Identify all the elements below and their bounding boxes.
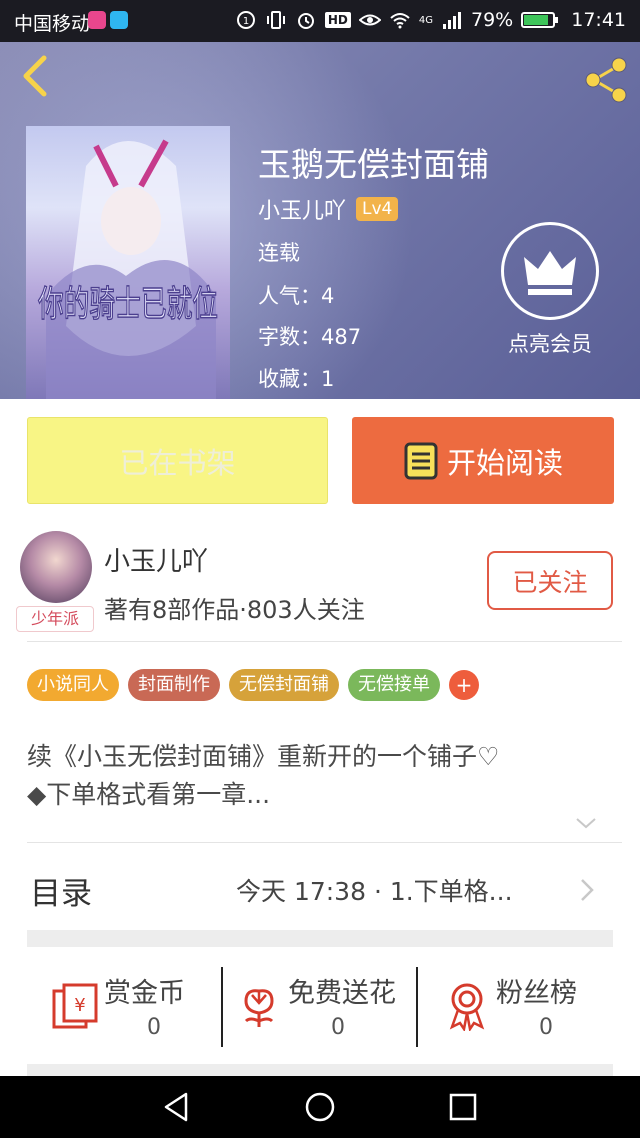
nav-home-icon[interactable] (303, 1090, 337, 1124)
vibrate-icon (266, 11, 285, 29)
start-reading-button[interactable]: 开始阅读 (352, 417, 614, 504)
nav-recent-icon[interactable] (446, 1090, 480, 1124)
crown-icon (501, 222, 599, 320)
reward-label: 赏金币 (104, 978, 185, 1009)
svg-text:1: 1 (243, 16, 249, 27)
signal-icon (443, 12, 461, 29)
description-line: 续《小玉无偿封面铺》重新开的一个铺子♡ (27, 742, 500, 771)
wifi-icon (390, 13, 410, 29)
tag-chip[interactable]: 封面制作 (128, 669, 220, 701)
toc-title[interactable]: 目录 (30, 868, 92, 913)
carrier-name: 中国移动 (14, 13, 91, 35)
latest-chapter[interactable]: 今天 17:38 · 1.下单格... (236, 872, 513, 908)
reward-label: 免费送花 (288, 978, 396, 1009)
avatar-badge: 少年派 (16, 606, 94, 632)
author-line: 小玉儿吖 Lv4 (258, 193, 399, 225)
author-name[interactable]: 小玉儿吖 (258, 193, 346, 225)
vip-label: 点亮会员 (508, 332, 592, 356)
favorites-count: 收藏：1 (258, 367, 335, 391)
section-separator (27, 930, 613, 947)
app-notification-icon (88, 11, 106, 29)
coin-envelope-icon: ¥ (52, 983, 98, 1029)
description-line: ◆下单格式看第一章... (27, 780, 271, 809)
word-count: 字数：487 (258, 325, 362, 349)
sync-icon: 1 (236, 11, 255, 29)
back-icon[interactable] (14, 54, 58, 98)
popularity: 人气：4 (258, 284, 335, 308)
alarm-icon (297, 13, 314, 29)
followed-button[interactable]: 已关注 (487, 551, 613, 610)
medal-icon (449, 983, 485, 1031)
reward-label: 粉丝榜 (496, 978, 577, 1009)
divider (416, 967, 418, 1047)
tag-list: 小说同人 封面制作 无偿封面铺 无偿接单 + (27, 669, 479, 701)
flower-icon (244, 989, 274, 1027)
svg-text:¥: ¥ (74, 995, 85, 1016)
hd-icon: HD (324, 12, 351, 28)
add-tag-button[interactable]: + (449, 670, 479, 700)
divider (27, 641, 622, 642)
book-icon (404, 442, 438, 479)
video-app-notification-icon (110, 11, 128, 29)
status-bar: 中国移动 1 HD 4G 79% 17:41 (0, 0, 640, 42)
share-icon[interactable] (580, 54, 632, 106)
reward-count: 0 (331, 1015, 345, 1040)
battery-percent: 79% (471, 9, 514, 31)
reward-coins-button[interactable]: ¥ 赏金币 0 (50, 967, 245, 1047)
clock: 17:41 (571, 9, 626, 31)
system-nav-bar (0, 1076, 640, 1138)
divider (221, 967, 223, 1047)
cover-illustration: 你的骑士已就位 (37, 139, 219, 399)
book-cover[interactable]: 你的骑士已就位 (26, 126, 230, 399)
book-description[interactable]: 续《小玉无偿封面铺》重新开的一个铺子♡ ◆下单格式看第一章... (27, 738, 617, 814)
on-shelf-button[interactable]: 已在书架 (27, 417, 328, 504)
tag-chip[interactable]: 无偿接单 (348, 669, 440, 701)
battery-icon (521, 12, 559, 28)
chevron-right-icon[interactable] (578, 876, 596, 904)
vip-button[interactable]: 点亮会员 (500, 222, 600, 358)
level-badge: Lv4 (356, 197, 399, 221)
send-flower-button[interactable]: 免费送花 0 (234, 967, 429, 1047)
cover-title-text: 你的骑士已就位 (38, 284, 218, 325)
reward-count: 0 (147, 1015, 161, 1040)
nav-back-icon[interactable] (160, 1090, 194, 1124)
divider (27, 842, 622, 843)
book-header: 你的骑士已就位 玉鹅无偿封面铺 小玉儿吖 Lv4 连载 人气：4 字数：487 … (0, 42, 640, 399)
tag-chip[interactable]: 无偿封面铺 (229, 669, 339, 701)
chevron-down-icon[interactable] (574, 813, 598, 833)
start-reading-label: 开始阅读 (446, 445, 563, 480)
tag-chip[interactable]: 小说同人 (27, 669, 119, 701)
author-card-name[interactable]: 小玉儿吖 (104, 541, 208, 578)
serial-status: 连载 (258, 241, 300, 265)
book-title: 玉鹅无偿封面铺 (258, 145, 489, 184)
reward-count: 0 (539, 1015, 553, 1040)
author-avatar[interactable] (20, 531, 92, 603)
section-separator (27, 1064, 613, 1076)
eye-icon (358, 14, 381, 26)
author-stats: 著有8部作品·803人关注 (104, 596, 365, 624)
fan-ranking-button[interactable]: 粉丝榜 0 (442, 967, 637, 1047)
network-type: 4G (418, 14, 433, 26)
